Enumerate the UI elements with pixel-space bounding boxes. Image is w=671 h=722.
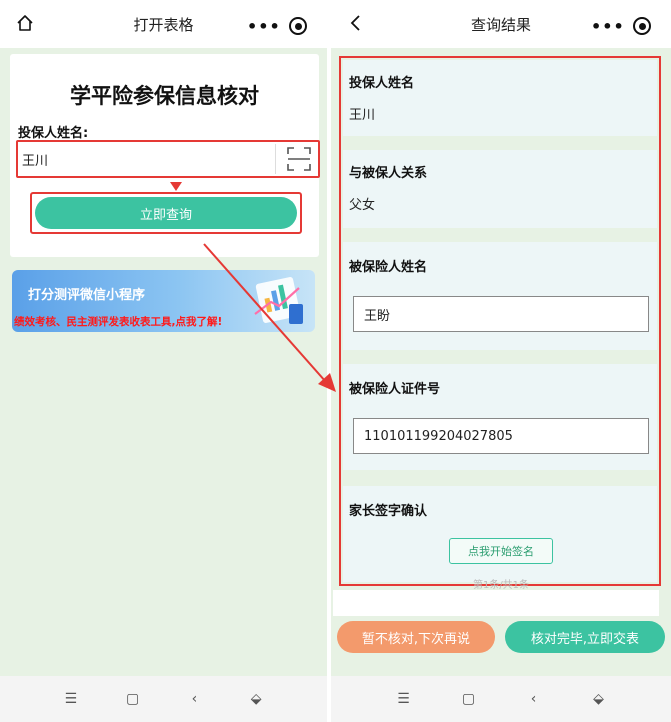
- form-heading: 学平险参保信息核对: [70, 84, 259, 108]
- banner-title: 打分测评微信小程序: [28, 288, 146, 303]
- more-icon[interactable]: •••: [591, 17, 625, 36]
- name-label: 投保人姓名:: [18, 126, 89, 141]
- insured-name-section: 被保险人姓名 王盼: [343, 242, 657, 350]
- signature-label: 家长签字确认: [349, 504, 428, 519]
- menu-icon[interactable]: ☰: [59, 687, 83, 711]
- policy-holder-input[interactable]: [20, 144, 276, 174]
- close-capsule-icon[interactable]: [289, 17, 307, 35]
- mini-program-capsule-result: •••: [581, 12, 661, 40]
- action-bar: 暂不核对,下次再说 核对完毕,立即交表: [331, 612, 671, 662]
- left-screen: 打开表格 ••• 学平险参保信息核对 投保人姓名: 立即查询 打分测评微信小程序…: [0, 0, 327, 722]
- policy-holder-label: 投保人姓名: [349, 76, 415, 91]
- policy-holder-value: 王川: [349, 108, 376, 123]
- sign-button[interactable]: 点我开始签名: [449, 538, 553, 564]
- pager-text: 第1条/共1条: [472, 580, 530, 591]
- query-button[interactable]: 立即查询: [35, 197, 297, 229]
- relation-label: 与被保人关系: [349, 166, 428, 181]
- system-nav-bar: ☰ ▢ ‹ ⬙: [0, 676, 327, 722]
- menu-icon[interactable]: ☰: [392, 687, 416, 711]
- insured-id-section: 被保险人证件号 110101199204027805: [343, 364, 657, 470]
- home-square-icon[interactable]: ▢: [457, 687, 481, 711]
- submit-button[interactable]: 核对完毕,立即交表: [505, 621, 665, 653]
- back-icon[interactable]: ‹: [182, 687, 206, 711]
- relation-value: 父女: [349, 198, 376, 213]
- query-card: 学平险参保信息核对 投保人姓名: 立即查询: [10, 54, 320, 257]
- scan-icon[interactable]: [286, 146, 312, 172]
- relation-section: 与被保人关系 父女: [343, 150, 657, 228]
- insured-name-label: 被保险人姓名: [349, 260, 428, 275]
- top-bar-result: 查询结果 •••: [331, 0, 671, 48]
- result-highlight-box: 投保人姓名 王川 与被保人关系 父女 被保险人姓名 王盼 被保险人证件号 110…: [339, 56, 661, 586]
- banner-subtitle: 绩效考核、民主测评发表收表工具,点我了解!: [14, 316, 223, 328]
- name-input-highlight: [16, 140, 320, 178]
- chart-illustration-icon: [254, 277, 303, 324]
- close-capsule-icon[interactable]: [633, 17, 651, 35]
- mini-program-capsule: •••: [237, 12, 317, 40]
- promo-banner[interactable]: 打分测评微信小程序 绩效考核、民主测评发表收表工具,点我了解!: [12, 270, 315, 332]
- query-button-highlight: 立即查询: [30, 192, 302, 234]
- more-icon[interactable]: •••: [247, 17, 281, 36]
- insured-name-field[interactable]: 王盼: [353, 296, 649, 332]
- accessibility-icon[interactable]: ⬙: [244, 687, 268, 711]
- home-square-icon[interactable]: ▢: [121, 687, 145, 711]
- policy-holder-section: 投保人姓名 王川: [343, 60, 657, 136]
- right-screen: 查询结果 ••• 投保人姓名 王川 与被保人关系 父女 被保险人姓名 王盼 被保…: [331, 0, 671, 722]
- check-later-button[interactable]: 暂不核对,下次再说: [337, 621, 495, 653]
- back-icon[interactable]: ‹: [522, 687, 546, 711]
- down-arrow-icon: [170, 182, 182, 191]
- system-nav-bar-result: ☰ ▢ ‹ ⬙: [331, 676, 671, 722]
- top-bar: 打开表格 •••: [0, 0, 327, 48]
- accessibility-icon[interactable]: ⬙: [587, 687, 611, 711]
- insured-id-label: 被保险人证件号: [349, 382, 441, 397]
- signature-section: 家长签字确认 点我开始签名: [343, 486, 657, 582]
- insured-id-field[interactable]: 110101199204027805: [353, 418, 649, 454]
